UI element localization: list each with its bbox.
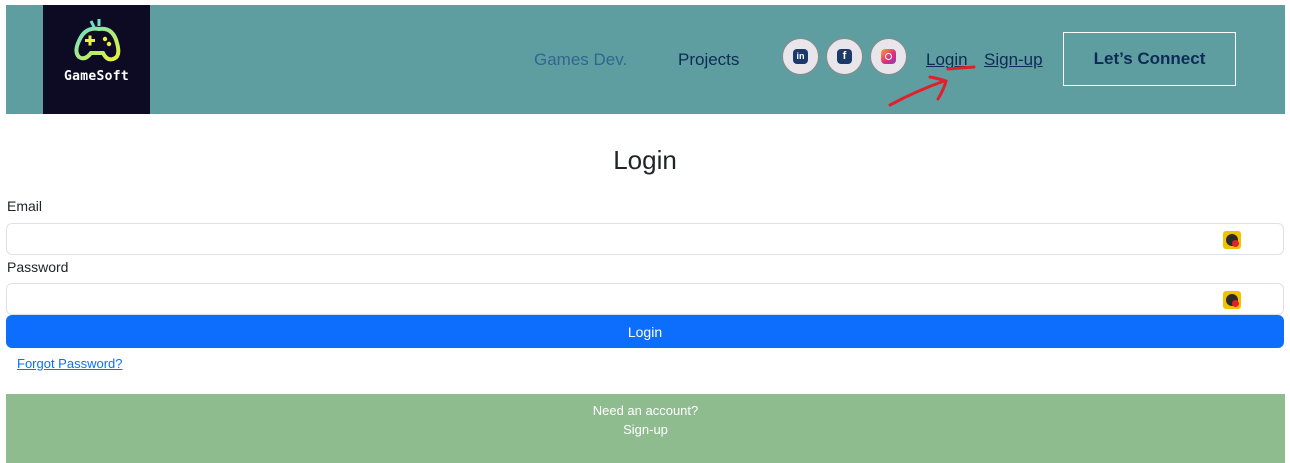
brand-logo[interactable]: GameSoft [43, 5, 150, 114]
page: GameSoft Games Dev. Projects in f Login … [0, 0, 1290, 463]
page-title: Login [613, 145, 677, 175]
gamepad-icon [74, 19, 121, 62]
navbar: GameSoft Games Dev. Projects in f Login … [6, 5, 1285, 114]
instagram-icon [881, 49, 896, 64]
red-arrow-annotation [888, 65, 976, 107]
need-account-text: Need an account? [592, 403, 699, 418]
nav-games-dev[interactable]: Games Dev. [534, 50, 627, 70]
nav-projects[interactable]: Projects [678, 50, 739, 70]
signup-footer: Need an account? Sign-up [6, 394, 1285, 463]
email-label: Email [7, 198, 43, 214]
nav-signup-link[interactable]: Sign-up [984, 50, 1043, 70]
password-manager-icon[interactable] [1223, 231, 1241, 249]
forgot-password-link[interactable]: Forgot Password? [17, 356, 123, 371]
brand-name: GameSoft [63, 69, 129, 84]
facebook-button[interactable]: f [826, 38, 863, 75]
footer-signup-link[interactable]: Sign-up [6, 422, 1285, 437]
password-label: Password [7, 259, 69, 275]
facebook-icon: f [837, 49, 852, 64]
linkedin-icon: in [793, 49, 808, 64]
email-field[interactable] [6, 223, 1284, 255]
lets-connect-button[interactable]: Let’s Connect [1063, 32, 1236, 86]
login-submit-button[interactable]: Login [6, 315, 1284, 348]
linkedin-button[interactable]: in [782, 38, 819, 75]
password-field[interactable] [6, 283, 1284, 315]
password-manager-icon[interactable] [1223, 291, 1241, 309]
